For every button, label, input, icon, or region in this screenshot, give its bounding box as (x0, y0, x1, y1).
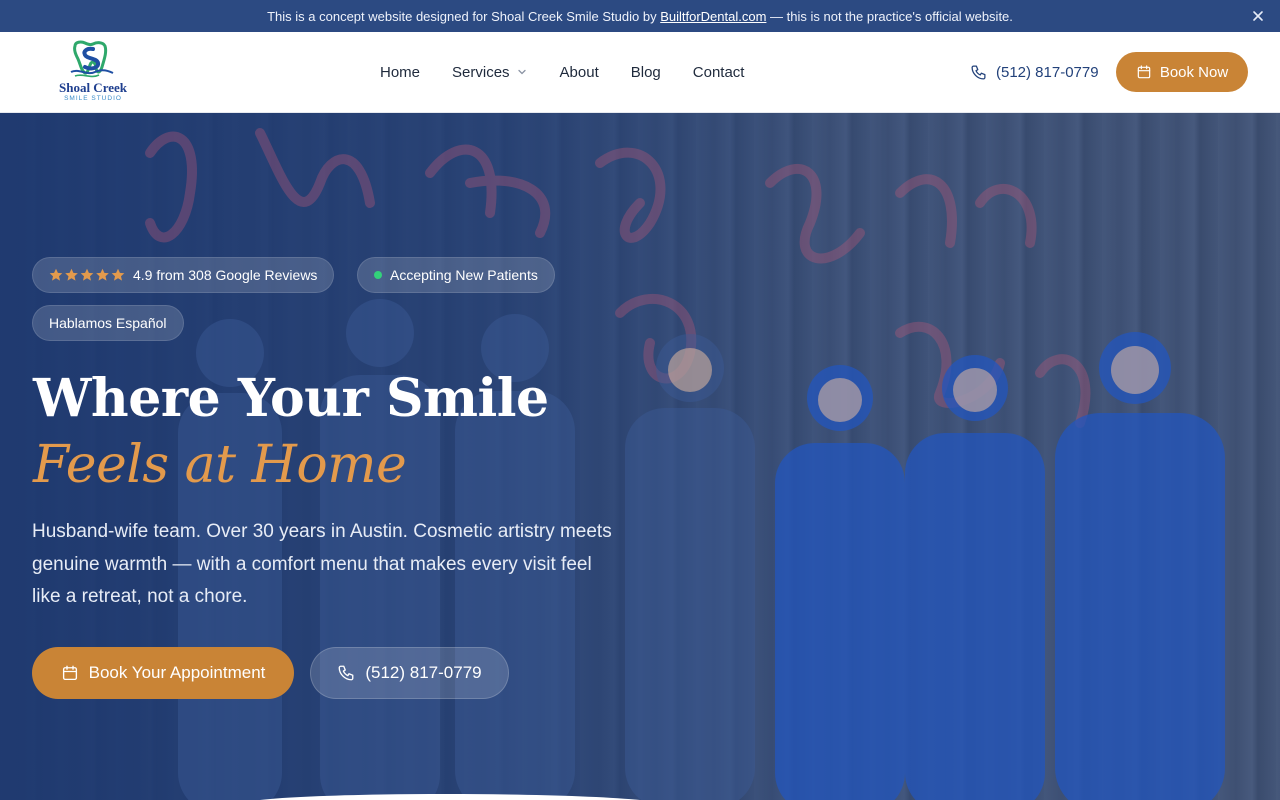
hero-headline: Where Your Smile (33, 368, 549, 429)
book-now-label: Book Now (1159, 63, 1229, 81)
phone-icon (971, 64, 986, 80)
nav-contact[interactable]: Contact (693, 64, 745, 81)
announcement-bar: This is a concept website designed for S… (0, 0, 1280, 32)
language-badge: Hablamos Español (32, 305, 184, 341)
star-icon (111, 268, 125, 281)
phone-icon (338, 665, 354, 681)
call-phone-number: (512) 817-0779 (365, 663, 482, 682)
nav-about[interactable]: About (560, 64, 599, 81)
hero-section: 4.9 from 308 Google Reviews Accepting Ne… (0, 113, 1280, 800)
calendar-icon (62, 665, 77, 681)
rating-stars (49, 268, 125, 282)
book-appointment-label: Book Your Appointment (88, 663, 266, 682)
brand-logo[interactable]: Shoal Creek SMILE STUDIO (54, 40, 132, 104)
announcement-suffix: — this is not the practice's official we… (770, 8, 1013, 24)
star-icon (65, 268, 78, 281)
nav-home[interactable]: Home (380, 64, 420, 81)
chevron-down-icon (517, 69, 526, 75)
header-phone-number: (512) 817-0779 (996, 63, 1099, 81)
nav-services[interactable]: Services (452, 64, 528, 81)
nav-blog[interactable]: Blog (631, 64, 661, 81)
brand-name: Shoal Creek (58, 80, 127, 95)
language-text: Hablamos Español (49, 315, 167, 331)
tooth-logo-icon (70, 40, 114, 78)
status-dot-icon (374, 271, 382, 279)
call-phone-button[interactable]: (512) 817-0779 (310, 647, 509, 699)
hero-headline-accent: Feels at Home (33, 435, 407, 495)
calendar-icon (1137, 65, 1151, 79)
star-icon (80, 268, 94, 281)
new-patients-badge: Accepting New Patients (357, 257, 555, 293)
book-appointment-button[interactable]: Book Your Appointment (32, 647, 294, 699)
book-now-button[interactable]: Book Now (1116, 52, 1248, 92)
section-divider-curve (260, 794, 640, 800)
close-icon[interactable] (1250, 8, 1266, 24)
rating-text: 4.9 from 308 Google Reviews (133, 267, 318, 283)
rating-badge: 4.9 from 308 Google Reviews (32, 257, 335, 293)
main-nav: Home Services About Blog Contact (380, 32, 744, 112)
star-icon (49, 268, 63, 281)
new-patients-text: Accepting New Patients (390, 267, 538, 283)
site-header: Shoal Creek SMILE STUDIO Home Services A… (0, 32, 1280, 113)
header-phone-link[interactable]: (512) 817-0779 (970, 32, 1099, 112)
star-icon (96, 268, 109, 281)
hero-description: Husband-wife team. Over 30 years in Aust… (32, 521, 612, 607)
builtfordental-link[interactable]: BuiltforDental.com (660, 9, 766, 24)
announcement-text: This is a concept website designed for S… (267, 8, 657, 24)
nav-services-label: Services (452, 63, 510, 81)
brand-tagline: SMILE STUDIO (64, 95, 122, 102)
